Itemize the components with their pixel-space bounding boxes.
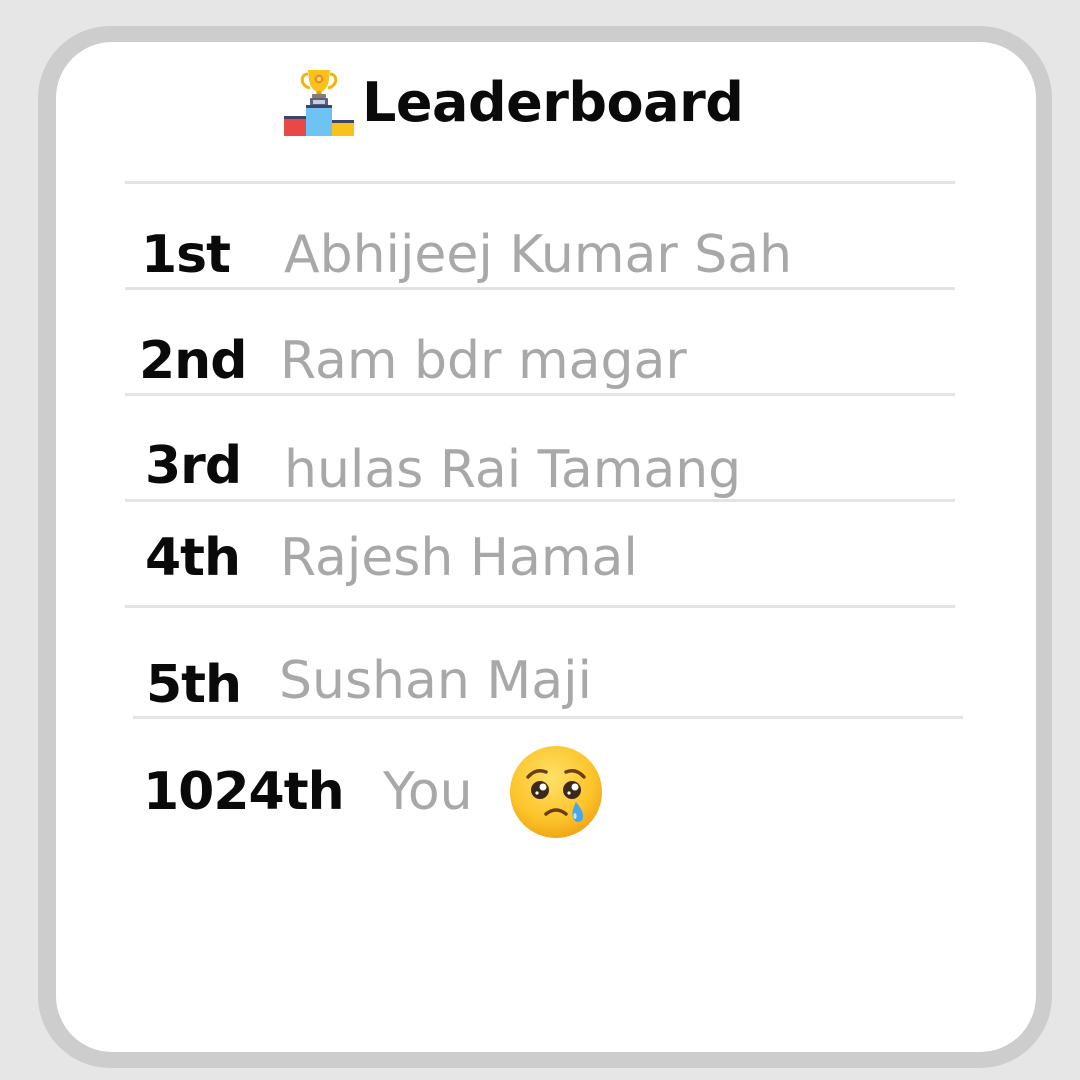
- player-name: Abhijeej Kumar Sah: [284, 225, 793, 285]
- header-divider: [125, 181, 955, 184]
- rank-label: 3rd: [145, 436, 242, 496]
- podium-trophy-icon: [284, 70, 354, 136]
- rank-label: 2nd: [139, 331, 247, 391]
- page-title: Leaderboard: [362, 71, 744, 134]
- rank-label: 1st: [141, 225, 231, 285]
- leaderboard-header: Leaderboard: [282, 66, 744, 140]
- rank-label: 5th: [146, 655, 242, 715]
- row-divider: [125, 287, 955, 290]
- row-divider: [133, 716, 963, 719]
- your-name: You: [383, 762, 473, 822]
- row-divider: [125, 605, 955, 608]
- your-rank-label: 1024th: [143, 762, 345, 822]
- player-name: Rajesh Hamal: [280, 528, 638, 588]
- row-divider: [125, 499, 955, 502]
- rank-label: 4th: [145, 528, 241, 588]
- sad-tear-face-icon: [510, 746, 602, 838]
- player-name: hulas Rai Tamang: [284, 440, 742, 500]
- row-divider: [125, 393, 955, 396]
- player-name: Ram bdr magar: [280, 331, 687, 391]
- player-name: Sushan Maji: [279, 651, 592, 711]
